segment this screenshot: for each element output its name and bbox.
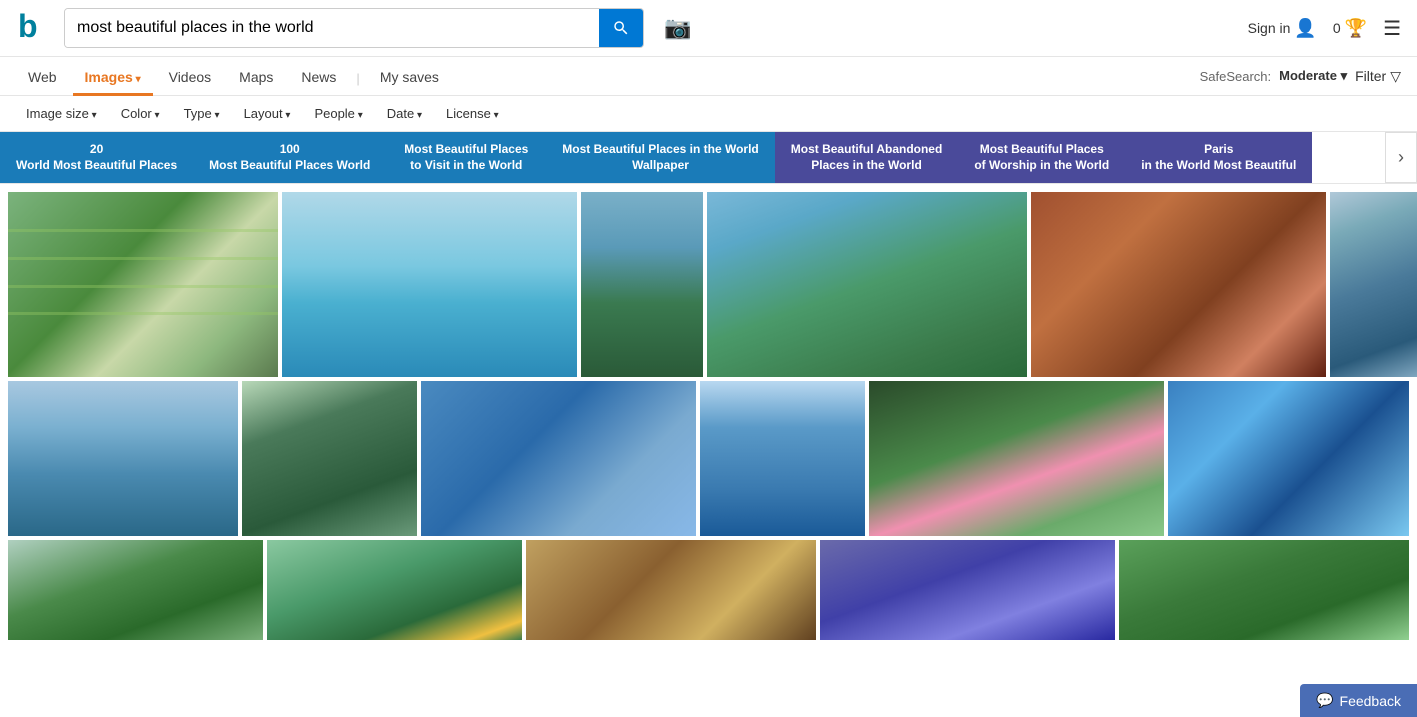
header-right: Sign in 👤 0 🏆 ☰ [1248,16,1401,41]
image-tile-r1-1[interactable] [282,192,577,377]
related-item-2[interactable]: Most Beautiful Places to Visit in the Wo… [386,132,546,183]
svg-text:b: b [18,9,38,44]
image-row-1 [8,192,1409,377]
rewards-badge: 0 🏆 [1333,18,1367,39]
related-item-1[interactable]: 100 Most Beautiful Places World [193,132,386,183]
related-item-0[interactable]: 20 World Most Beautiful Places [0,132,193,183]
nav-images[interactable]: Images [73,61,153,96]
image-tile-r3-0[interactable] [8,540,263,640]
nav-maps[interactable]: Maps [227,61,285,96]
filter-color[interactable]: Color [111,102,170,125]
image-tile-r2-1[interactable] [242,381,417,536]
filter-people[interactable]: People [304,102,372,125]
feedback-label: Feedback [1340,693,1401,709]
nav-my-saves[interactable]: My saves [368,61,451,96]
sign-in-label: Sign in [1248,20,1291,36]
image-tile-r3-1[interactable] [267,540,522,640]
search-button[interactable] [599,9,643,47]
header: b 📷 Sign in 👤 0 🏆 ☰ [0,0,1417,57]
filter-button[interactable]: Filter ▽ [1355,68,1401,85]
nav-videos[interactable]: Videos [157,61,224,96]
filter-icon: ▽ [1390,68,1401,85]
related-ribbon: 20 World Most Beautiful Places 100 Most … [0,132,1417,184]
bing-logo[interactable]: b [16,9,52,48]
nav-web[interactable]: Web [16,61,69,96]
image-tile-r1-0[interactable] [8,192,278,377]
image-tile-r2-2[interactable] [421,381,696,536]
search-input[interactable] [65,9,599,47]
related-next-button[interactable]: › [1385,132,1417,183]
chevron-down-icon: ▾ [1341,68,1348,83]
image-tile-r1-5[interactable] [1330,192,1417,377]
safe-search-label: SafeSearch: [1200,69,1272,84]
image-tile-r1-2[interactable] [581,192,703,377]
image-tile-r1-4[interactable] [1031,192,1326,377]
nav-divider: | [352,71,363,86]
safe-search-value[interactable]: Moderate ▾ [1279,68,1347,84]
image-tile-r3-2[interactable] [526,540,816,640]
related-item-6[interactable]: Paris in the World Most Beautiful [1125,132,1312,183]
related-item-4[interactable]: Most Beautiful Abandoned Places in the W… [775,132,959,183]
nav-news[interactable]: News [289,61,348,96]
search-icon [612,19,630,37]
feedback-icon: 💬 [1316,692,1333,709]
filter-license[interactable]: License [436,102,509,125]
image-tile-r3-3[interactable] [820,540,1115,640]
camera-icon: 📷 [664,15,691,40]
sign-in-button[interactable]: Sign in 👤 [1248,18,1317,39]
related-item-3[interactable]: Most Beautiful Places in the World Wallp… [546,132,774,183]
rewards-count: 0 [1333,20,1341,36]
image-tile-r1-3[interactable] [707,192,1027,377]
filter-label: Filter [1355,68,1386,84]
nav-right: SafeSearch: Moderate ▾ Filter ▽ [1200,68,1401,89]
search-bar [64,8,644,48]
image-tile-r3-4[interactable] [1119,540,1409,640]
hamburger-button[interactable]: ☰ [1383,16,1401,41]
filter-type[interactable]: Type [174,102,230,125]
camera-button[interactable]: 📷 [664,15,691,41]
nav-bar: Web Images Videos Maps News | My saves S… [0,57,1417,96]
filter-image-size[interactable]: Image size [16,102,107,125]
filter-bar: Image size Color Type Layout People Date… [0,96,1417,132]
image-tile-r2-4[interactable] [869,381,1164,536]
image-row-3 [8,540,1409,640]
image-grid [0,184,1417,648]
hamburger-icon: ☰ [1383,18,1401,40]
filter-date[interactable]: Date [377,102,432,125]
related-item-5[interactable]: Most Beautiful Places of Worship in the … [958,132,1125,183]
image-tile-r2-3[interactable] [700,381,865,536]
image-tile-r2-0[interactable] [8,381,238,536]
feedback-button[interactable]: 💬 Feedback [1300,684,1417,717]
rewards-icon: 🏆 [1345,18,1367,39]
filter-layout[interactable]: Layout [234,102,301,125]
person-icon: 👤 [1294,18,1316,39]
image-row-2 [8,381,1409,536]
image-tile-r2-5[interactable] [1168,381,1409,536]
